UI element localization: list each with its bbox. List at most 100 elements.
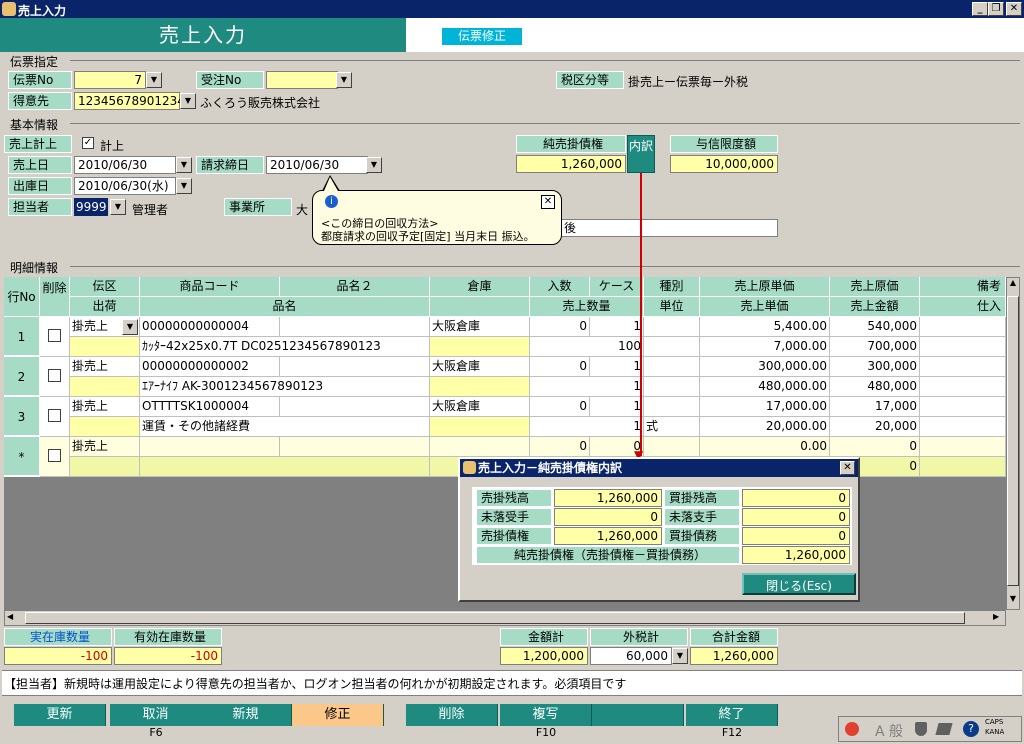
- row-item-code[interactable]: OTTTTSK1000004: [140, 397, 280, 417]
- row-ship[interactable]: [70, 417, 140, 437]
- row-ship[interactable]: [70, 377, 140, 397]
- row-qty-in[interactable]: 0: [530, 397, 590, 417]
- row-item-name2[interactable]: [280, 397, 430, 417]
- fkey-button-8[interactable]: 終了: [686, 704, 778, 726]
- fkey-button-5[interactable]: 削除: [406, 704, 498, 726]
- row-item-code[interactable]: [140, 437, 280, 457]
- grid-horizontal-scrollbar[interactable]: ◀ ▶: [4, 610, 1006, 626]
- scroll-up-icon[interactable]: ▲: [1007, 278, 1019, 292]
- row-item-name[interactable]: ｶｯﾀｰ42x25x0.7T DC0251234567890123: [140, 337, 430, 357]
- ship-date-field[interactable]: 2010/06/30(水): [74, 177, 176, 195]
- ime-dictionary-icon[interactable]: [915, 722, 927, 736]
- row-blank[interactable]: [430, 417, 530, 437]
- row-note[interactable]: [920, 317, 1006, 337]
- row-warehouse[interactable]: 大阪倉庫: [430, 317, 530, 337]
- row-warehouse[interactable]: [430, 437, 530, 457]
- row-note[interactable]: [920, 397, 1006, 417]
- scroll-thumb[interactable]: [1007, 296, 1019, 586]
- row-unit[interactable]: [644, 337, 700, 357]
- row-delete-checkbox[interactable]: [40, 437, 70, 477]
- row-delete-checkbox[interactable]: [40, 317, 70, 357]
- row-cost-unit[interactable]: 0.00: [700, 437, 830, 457]
- row-voucher[interactable]: 掛売上: [70, 437, 140, 457]
- dialog-close-button[interactable]: 閉じる(Esc): [742, 573, 856, 595]
- row-cost-unit[interactable]: 5,400.00: [700, 317, 830, 337]
- maximize-button[interactable]: ❐: [988, 2, 1004, 16]
- tax-total-field[interactable]: 60,000: [590, 647, 672, 665]
- bill-close-field[interactable]: 2010/06/30: [266, 156, 368, 174]
- customer-code-field[interactable]: 12345678901234: [74, 92, 185, 110]
- order-no-field[interactable]: [266, 71, 338, 89]
- row-qty-in[interactable]: 0: [530, 317, 590, 337]
- slip-no-field[interactable]: 7: [74, 71, 146, 89]
- row-item-code[interactable]: 00000000000002: [140, 357, 280, 377]
- row-ship[interactable]: [70, 457, 140, 477]
- row-item-name2[interactable]: [280, 357, 430, 377]
- row-cost[interactable]: 540,000: [830, 317, 920, 337]
- row-cost-unit[interactable]: 300,000.00: [700, 357, 830, 377]
- ime-pad-icon[interactable]: [935, 723, 953, 735]
- ship-date-dropdown-icon[interactable]: ▼: [176, 178, 192, 194]
- row-warehouse[interactable]: 大阪倉庫: [430, 397, 530, 417]
- fkey-button-7[interactable]: [592, 704, 684, 726]
- sales-date-field[interactable]: 2010/06/30: [74, 156, 176, 174]
- row-item-name[interactable]: 運賃・その他諸経費: [140, 417, 430, 437]
- scroll-right-icon[interactable]: ▶: [993, 612, 999, 621]
- row-cost[interactable]: 17,000: [830, 397, 920, 417]
- bill-close-dropdown-icon[interactable]: ▼: [366, 157, 382, 173]
- row-item-name[interactable]: ｴｱｰﾅｲﾌ AK-3001234567890123: [140, 377, 430, 397]
- row-item-name2[interactable]: [280, 317, 430, 337]
- row-unit-price[interactable]: 20,000.00: [700, 417, 830, 437]
- row-ship[interactable]: [70, 337, 140, 357]
- office-extra-field[interactable]: 後: [560, 219, 778, 237]
- row-kind[interactable]: [644, 397, 700, 417]
- row-case[interactable]: 1: [590, 397, 644, 417]
- row-warehouse[interactable]: 大阪倉庫: [430, 357, 530, 377]
- fkey-button-3[interactable]: 新規: [200, 704, 292, 726]
- row-blank[interactable]: [430, 377, 530, 397]
- staff-code-field[interactable]: 9999: [74, 198, 108, 216]
- row-unit-price[interactable]: 7,000.00: [700, 337, 830, 357]
- row-purchase[interactable]: [920, 377, 1006, 397]
- ime-mode-text[interactable]: A 般: [875, 721, 903, 741]
- row-case[interactable]: 1: [590, 317, 644, 337]
- tooltip-close-icon[interactable]: ✕: [541, 195, 555, 209]
- hscroll-thumb[interactable]: [25, 612, 965, 624]
- row-qty-in[interactable]: 0: [530, 357, 590, 377]
- fkey-button-1[interactable]: 更新: [14, 704, 106, 726]
- row-unit[interactable]: [644, 377, 700, 397]
- row-kind[interactable]: [644, 317, 700, 337]
- row-blank[interactable]: [430, 337, 530, 357]
- customer-dropdown-icon[interactable]: ▼: [180, 93, 196, 109]
- row-purchase[interactable]: [920, 417, 1006, 437]
- row-sales-qty[interactable]: 1: [530, 417, 644, 437]
- row-cost[interactable]: 0: [830, 437, 920, 457]
- row-kind[interactable]: [644, 357, 700, 377]
- row-amount[interactable]: 480,000: [830, 377, 920, 397]
- row-amount[interactable]: 700,000: [830, 337, 920, 357]
- fkey-button-4[interactable]: 修正: [292, 704, 384, 726]
- scroll-down-icon[interactable]: ▼: [1007, 594, 1019, 608]
- row-cost-unit[interactable]: 17,000.00: [700, 397, 830, 417]
- ime-logo-icon[interactable]: [845, 722, 859, 736]
- tax-dropdown-icon[interactable]: ▼: [672, 648, 688, 664]
- row-note[interactable]: [920, 437, 1006, 457]
- slip-no-dropdown-icon[interactable]: ▼: [146, 72, 162, 88]
- scroll-left-icon[interactable]: ◀: [7, 612, 13, 621]
- row-voucher[interactable]: 掛売上: [70, 357, 140, 377]
- voucher-dropdown-icon[interactable]: ▼: [122, 319, 138, 335]
- row-qty-in[interactable]: 0: [530, 437, 590, 457]
- help-icon[interactable]: ?: [963, 721, 979, 737]
- row-unit[interactable]: 式: [644, 417, 700, 437]
- order-no-dropdown-icon[interactable]: ▼: [336, 72, 352, 88]
- row-sales-qty[interactable]: 100: [530, 337, 644, 357]
- post-checkbox[interactable]: ✓: [82, 137, 94, 149]
- row-voucher[interactable]: 掛売上: [70, 397, 140, 417]
- row-item-name2[interactable]: [280, 437, 430, 457]
- fkey-button-2[interactable]: 取消: [110, 704, 202, 726]
- fkey-button-6[interactable]: 複写: [500, 704, 592, 726]
- row-delete-checkbox[interactable]: [40, 397, 70, 437]
- sales-date-dropdown-icon[interactable]: ▼: [176, 157, 192, 173]
- row-amount[interactable]: 20,000: [830, 417, 920, 437]
- row-cost[interactable]: 300,000: [830, 357, 920, 377]
